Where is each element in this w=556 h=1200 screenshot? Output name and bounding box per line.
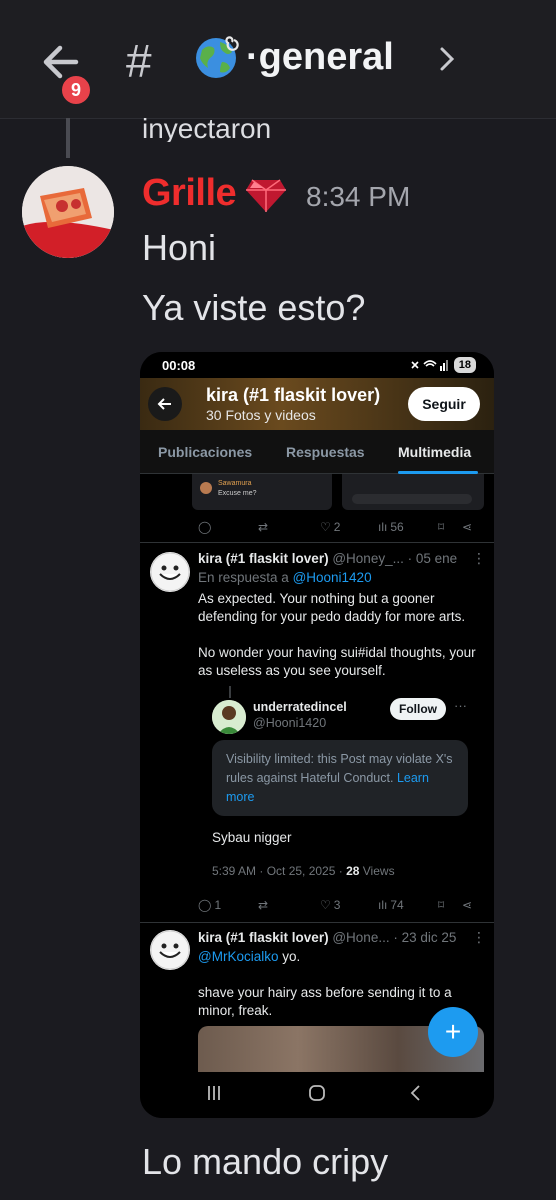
back-icon[interactable] xyxy=(408,1084,422,1107)
android-nav-bar xyxy=(140,1072,494,1118)
reply-count: 1 xyxy=(214,898,222,912)
post-text: shave your hairy ass before sending it t… xyxy=(198,985,452,1018)
follow-button[interactable]: Follow xyxy=(390,698,446,720)
quoted-views-label: Views xyxy=(359,864,395,878)
post-meta: @Hone... · 23 dic 25 xyxy=(332,930,457,945)
more-icon[interactable]: ⋮ xyxy=(472,550,486,567)
globe-icon xyxy=(194,32,244,82)
mention-rest: yo. xyxy=(278,949,301,964)
reply-context: En respuesta a @Hooni1420 xyxy=(198,570,372,585)
tab-replies[interactable]: Respuestas xyxy=(286,444,365,460)
quoted-views-count: 28 xyxy=(346,864,360,878)
like-button[interactable]: ♡ 3 xyxy=(320,898,340,912)
message-line: Honi xyxy=(142,227,217,268)
reply-button[interactable]: ◯ 1 xyxy=(198,898,221,912)
reply-icon[interactable]: ◯ xyxy=(198,520,211,534)
post-actions: ◯ 1 ⇄ ♡ 3 ılı 74 ⌑ ⋖ xyxy=(198,898,478,918)
post-mention-line: @MrKocialko yo. xyxy=(198,948,300,966)
media-preview: Sawamura Excuse me? xyxy=(192,474,484,510)
views-button[interactable]: ılı 74 xyxy=(378,898,404,912)
share-icon[interactable]: ⋖ xyxy=(462,898,472,912)
visibility-notice: Visibility limited: this Post may violat… xyxy=(212,740,468,816)
post-author: kira (#1 flaskit lover) @Honey_... · 05 … xyxy=(198,551,457,566)
like-count: 3 xyxy=(333,898,341,912)
quoted-author-handle: @Hooni1420 xyxy=(253,716,327,730)
reply-prefix: En respuesta a xyxy=(198,570,293,585)
signal-wifi-icon xyxy=(411,360,448,371)
avatar[interactable] xyxy=(150,930,190,970)
view-count: 56 xyxy=(390,520,404,534)
post-divider xyxy=(140,542,494,543)
post-actions: ◯ ⇄ ♡ 2 ılı 56 ⌑ ⋖ xyxy=(198,520,478,540)
message-author[interactable]: Grille xyxy=(142,170,237,216)
embedded-card-user: Sawamura xyxy=(218,480,252,487)
compose-button[interactable]: + xyxy=(428,1007,478,1057)
channel-header: 9 # ·general xyxy=(0,0,556,118)
status-bar: 00:08 18 xyxy=(140,352,494,380)
embedded-card: Sawamura Excuse me? xyxy=(192,474,332,510)
reply-thread-line xyxy=(66,118,70,158)
share-icon[interactable]: ⋖ xyxy=(462,520,472,534)
avatar[interactable] xyxy=(150,552,190,592)
more-icon[interactable]: ··· xyxy=(454,698,467,713)
quoted-text: Sybau nigger xyxy=(212,830,292,845)
bookmark-icon[interactable]: ⌑ xyxy=(438,520,444,534)
status-time: 00:08 xyxy=(162,358,196,373)
author-name: kira (#1 flaskit lover) xyxy=(198,930,329,945)
profile-name: kira (#1 flaskit lover) xyxy=(206,385,381,405)
notification-badge: 9 xyxy=(58,72,94,108)
post-divider xyxy=(140,922,494,923)
profile-tabs: Publicaciones Respuestas Multimedia xyxy=(140,430,494,474)
embedded-card-text: Excuse me? xyxy=(218,490,257,497)
more-icon[interactable]: ⋮ xyxy=(472,929,486,946)
embedded-card xyxy=(342,474,484,510)
attachment-image[interactable]: 00:08 18 kira (#1 flaskit lover) 30 Foto… xyxy=(140,352,494,1118)
home-icon[interactable] xyxy=(308,1084,326,1107)
post-meta: @Honey_... · 05 ene xyxy=(332,551,458,566)
gem-icon xyxy=(246,179,286,212)
views-button[interactable]: ılı 56 xyxy=(378,520,404,534)
thread-line xyxy=(229,686,231,698)
message-text: Lo mando cripy xyxy=(142,1141,389,1182)
previous-message-text: inyectaron xyxy=(142,113,272,142)
profile-header: kira (#1 flaskit lover) 30 Fotos y video… xyxy=(140,378,494,430)
mention-link[interactable]: @MrKocialko xyxy=(198,949,278,964)
quoted-author-name: underratedincel xyxy=(253,700,347,714)
channel-name[interactable]: ·general xyxy=(246,34,394,80)
author-name: kira (#1 flaskit lover) xyxy=(198,551,329,566)
post-text: As expected. Your nothing but a gooner d… xyxy=(198,591,466,624)
quoted-timestamp: 5:39 AM · Oct 25, 2025 · 28 Views xyxy=(212,864,395,878)
like-count: 2 xyxy=(333,520,341,534)
profile-subtitle: 30 Fotos y videos xyxy=(206,407,316,423)
battery-indicator: 18 xyxy=(453,357,476,373)
hash-icon: # xyxy=(126,35,152,87)
follow-button[interactable]: Seguir xyxy=(408,387,480,421)
repost-icon[interactable]: ⇄ xyxy=(258,898,268,912)
tab-media[interactable]: Multimedia xyxy=(398,444,471,460)
chevron-right-icon[interactable] xyxy=(438,45,456,73)
recent-apps-icon[interactable] xyxy=(206,1084,222,1107)
tab-posts[interactable]: Publicaciones xyxy=(158,444,252,460)
message-line: Ya viste esto? xyxy=(142,287,366,328)
post-text: No wonder your having sui#idal thoughts,… xyxy=(198,645,476,678)
avatar[interactable] xyxy=(22,166,114,258)
post-author: kira (#1 flaskit lover) @Hone... · 23 di… xyxy=(198,930,456,945)
message-timestamp: 8:34 PM xyxy=(306,181,411,212)
back-arrow-icon[interactable] xyxy=(148,387,182,421)
bookmark-icon[interactable]: ⌑ xyxy=(438,898,444,912)
view-count: 74 xyxy=(390,898,404,912)
like-button[interactable]: ♡ 2 xyxy=(320,520,340,534)
repost-icon[interactable]: ⇄ xyxy=(258,520,268,534)
header-divider xyxy=(0,118,556,119)
quoted-stamp-text: 5:39 AM · Oct 25, 2025 · xyxy=(212,864,347,878)
avatar[interactable] xyxy=(212,700,246,734)
reply-mention[interactable]: @Hooni1420 xyxy=(293,570,372,585)
